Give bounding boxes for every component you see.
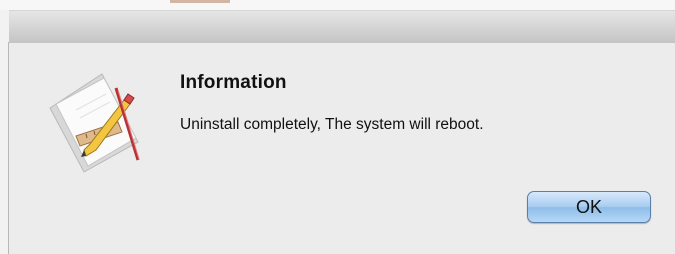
background-accent bbox=[170, 0, 230, 3]
dialog-title: Information bbox=[180, 72, 287, 93]
alert-window: Information Uninstall completely, The sy… bbox=[0, 0, 675, 254]
script-editor-icon bbox=[46, 64, 146, 174]
ok-button[interactable]: OK bbox=[527, 191, 651, 223]
background-strip bbox=[0, 0, 675, 10]
dialog-titlebar[interactable] bbox=[9, 10, 675, 44]
dialog-message: Uninstall completely, The system will re… bbox=[180, 116, 484, 133]
